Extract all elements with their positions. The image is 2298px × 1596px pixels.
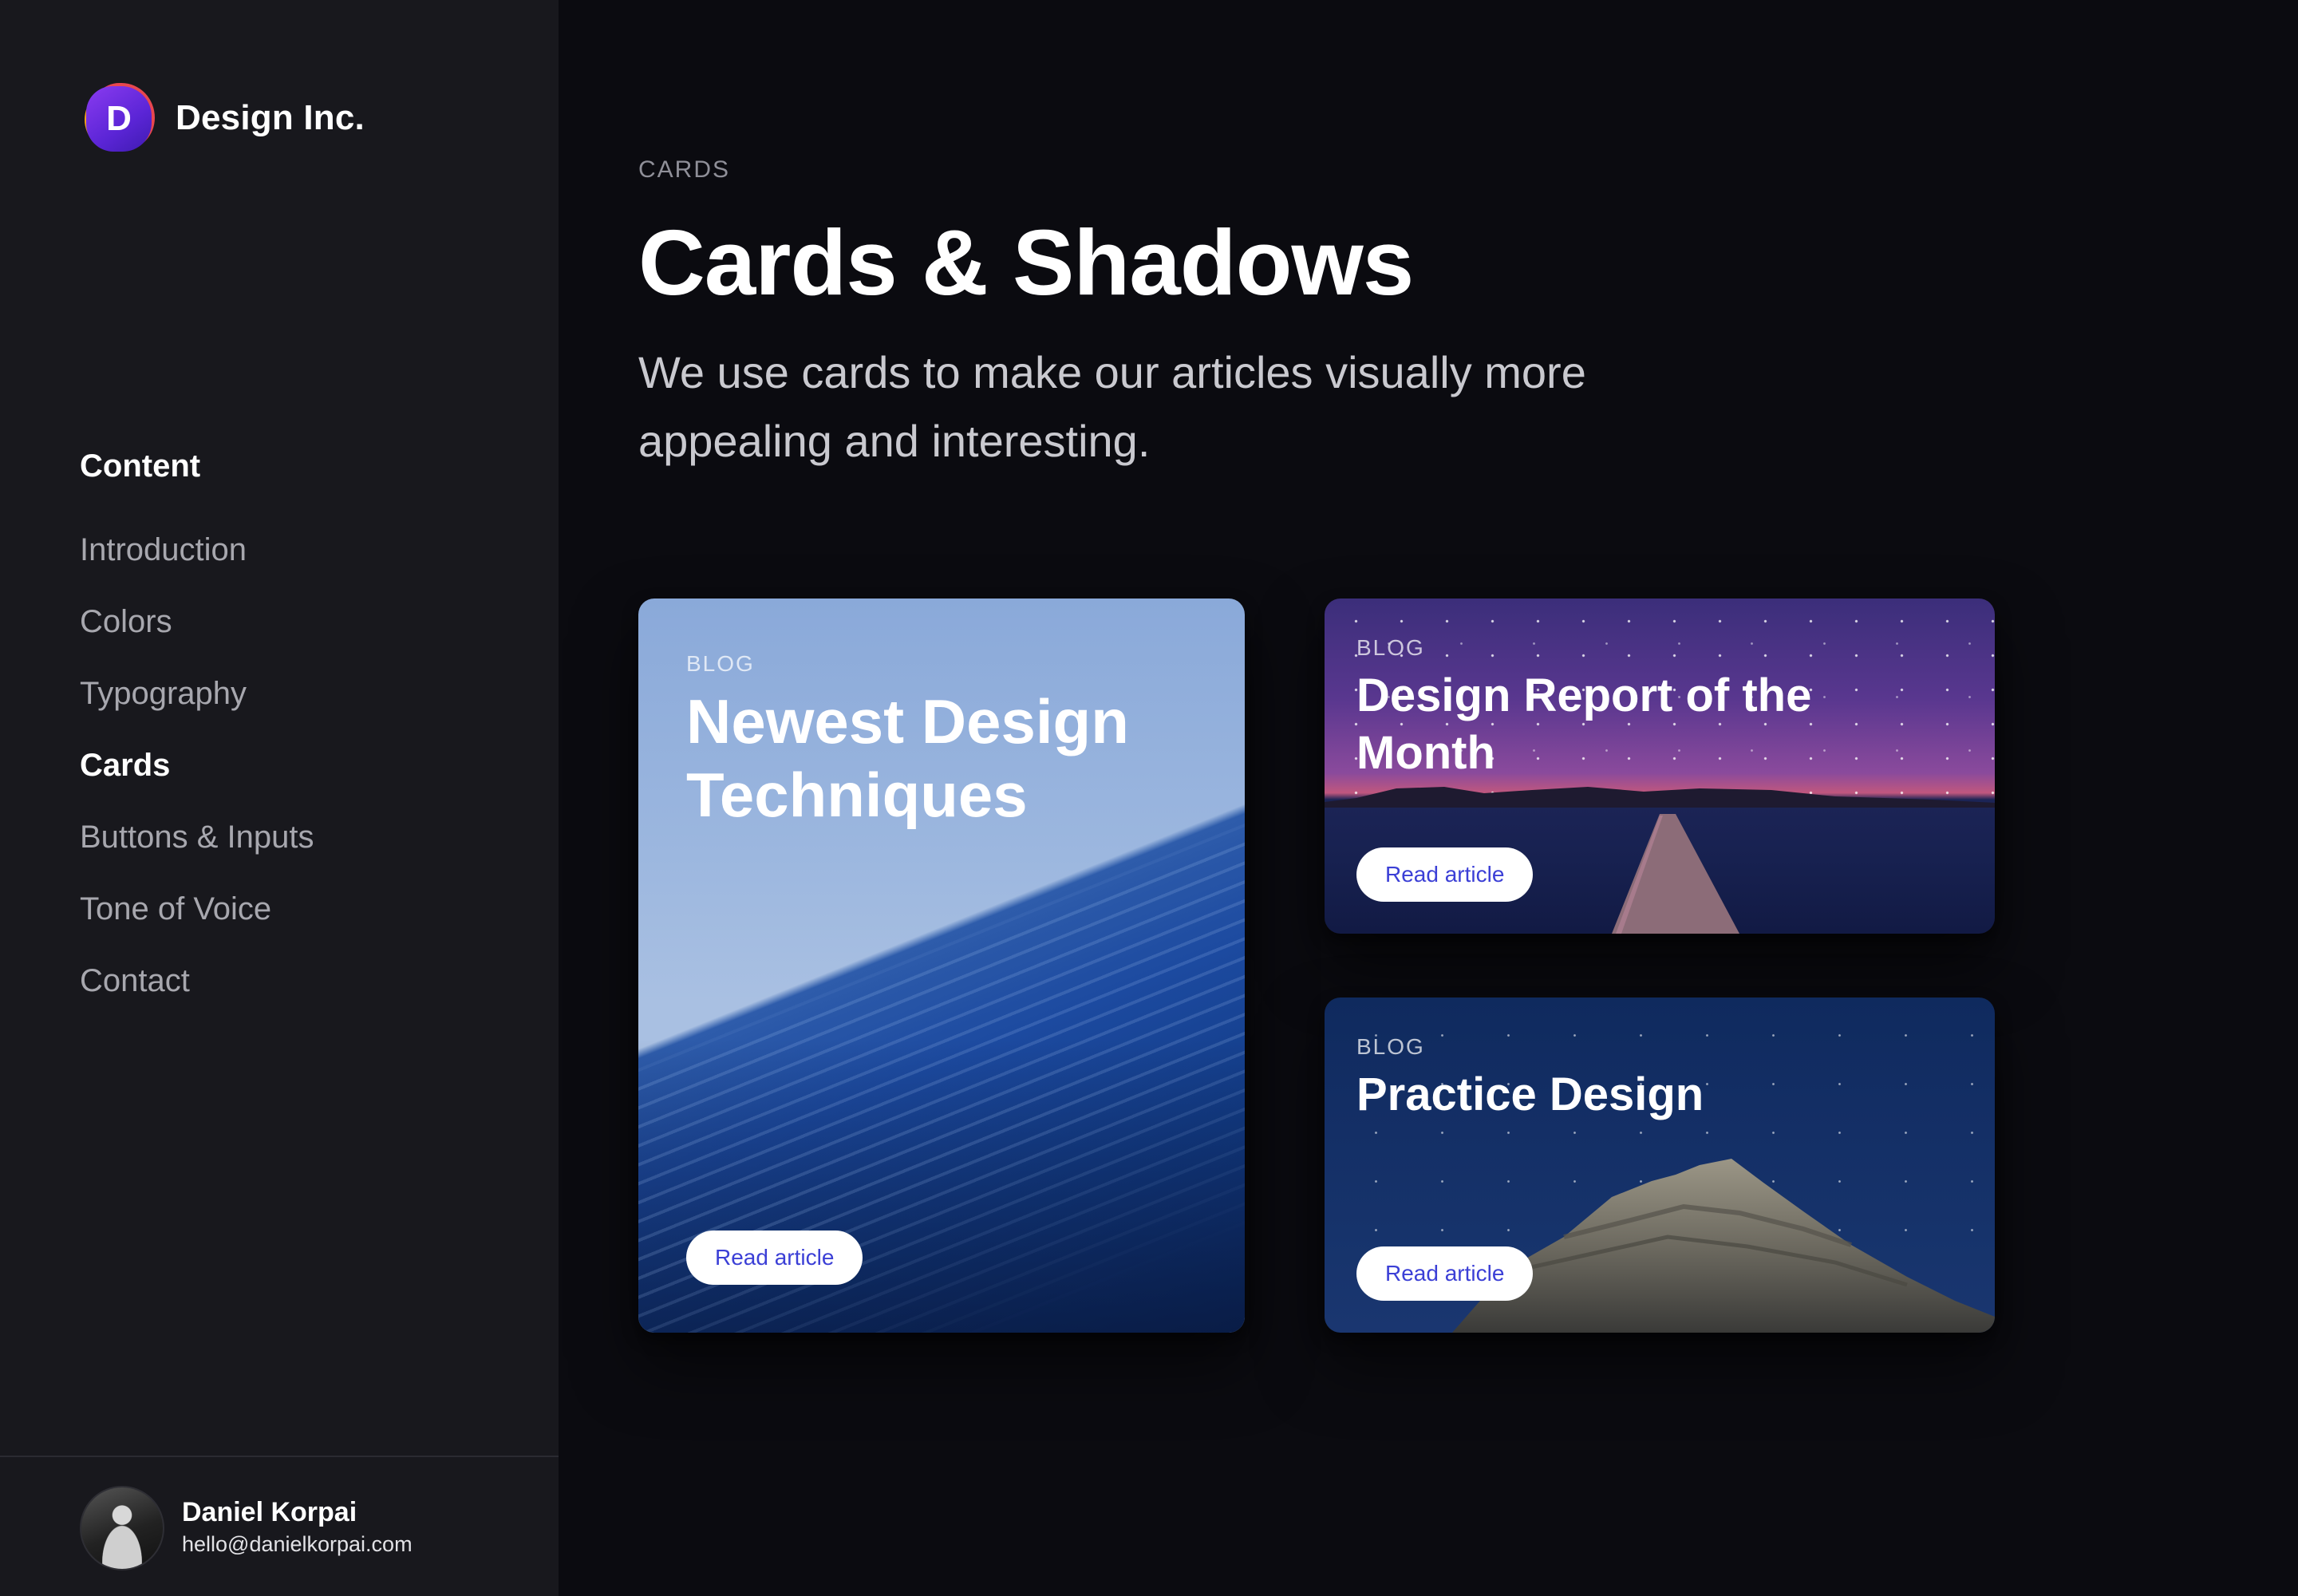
nav-heading: Content [80,448,201,484]
sidebar-item-tone-of-voice[interactable]: Tone of Voice [80,890,314,962]
avatar[interactable] [80,1486,164,1570]
card-category: BLOG [686,651,755,676]
sidebar-nav: Content Introduction Colors Typography C… [80,448,314,1033]
article-card-practice-design[interactable]: BLOG Practice Design Read article [1325,998,1995,1333]
article-card-design-report[interactable]: BLOG Design Report of the Month Read art… [1325,598,1995,934]
sidebar-item-contact[interactable]: Contact [80,962,314,1033]
sidebar-item-cards[interactable]: Cards [80,746,314,818]
sidebar-item-colors[interactable]: Colors [80,602,314,674]
nav-list: Introduction Colors Typography Cards But… [80,531,314,1033]
sidebar-item-typography[interactable]: Typography [80,674,314,746]
read-article-button[interactable]: Read article [686,1231,863,1285]
sidebar-item-introduction[interactable]: Introduction [80,531,314,602]
brand-name: Design Inc. [176,98,365,137]
profile-name: Daniel Korpai [182,1497,357,1527]
article-card-newest-design-techniques[interactable]: BLOG Newest Design Techniques Read artic… [638,598,1245,1333]
profile-email: hello@danielkorpai.com [182,1532,413,1556]
logo-letter: D [86,86,152,152]
page-title: Cards & Shadows [638,211,1414,314]
logo-icon: D [80,80,156,156]
brand[interactable]: D Design Inc. [80,80,365,156]
sidebar: D Design Inc. Content Introduction Color… [0,0,559,1596]
user-profile[interactable]: Daniel Korpai hello@danielkorpai.com [0,1456,559,1596]
card-category: BLOG [1356,1034,1425,1059]
read-article-button[interactable]: Read article [1356,1246,1534,1301]
page-eyebrow: CARDS [638,156,731,183]
card-category: BLOG [1356,635,1425,660]
sidebar-item-buttons-inputs[interactable]: Buttons & Inputs [80,818,314,890]
app-window: D Design Inc. Content Introduction Color… [0,0,2298,1596]
card-title: Newest Design Techniques [686,686,1129,830]
read-article-button[interactable]: Read article [1356,847,1534,902]
card-title: Practice Design [1356,1069,1704,1120]
page-description: We use cards to make our articles visual… [638,347,1586,466]
card-title: Design Report of the Month [1356,670,1812,779]
main-content: CARDS Cards & Shadows We use cards to ma… [559,0,2298,1596]
